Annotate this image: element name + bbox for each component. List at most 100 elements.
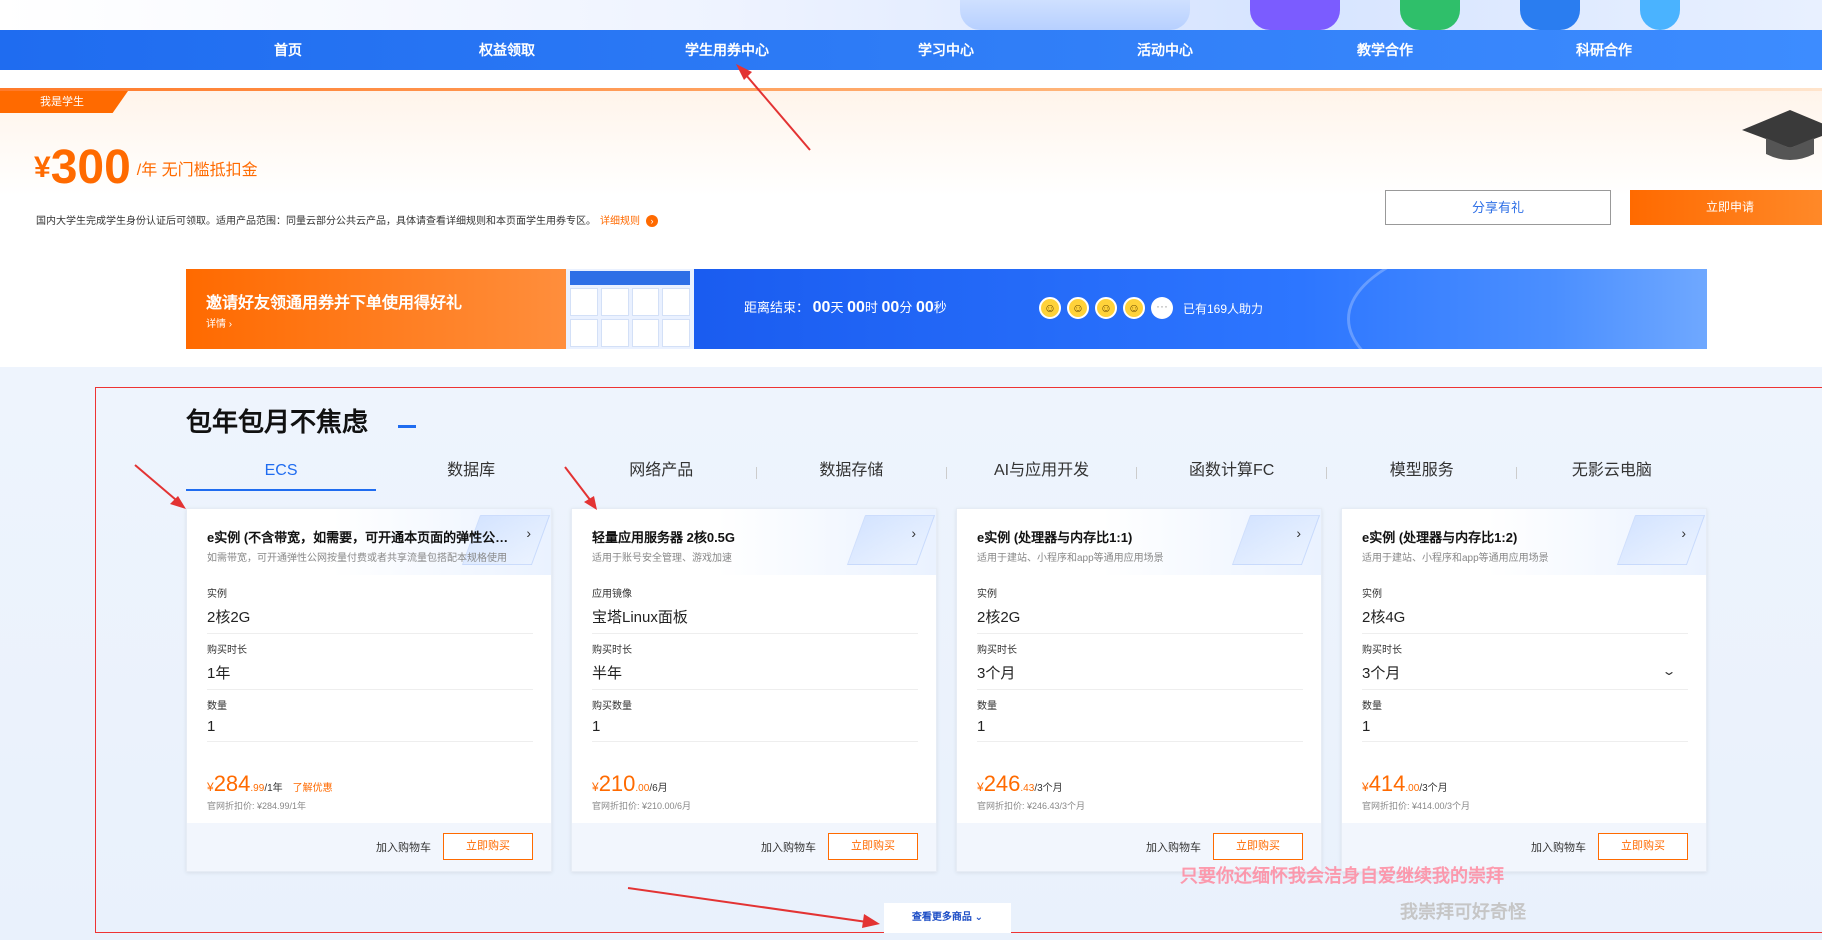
chevron-right-icon[interactable]: ›: [1681, 525, 1686, 541]
invite-banner[interactable]: 邀请好友领通用券并下单使用得好礼 详情 › 距离结束： 00天 00时 00分 …: [186, 269, 1707, 349]
tab-divider: [756, 467, 757, 479]
arrow-right-icon[interactable]: ›: [646, 215, 658, 227]
promo-link[interactable]: 了解优惠: [293, 783, 333, 794]
duration-field[interactable]: 购买时长 半年: [592, 641, 918, 690]
field-value[interactable]: 半年: [592, 662, 918, 690]
chevron-right-icon[interactable]: ›: [1296, 525, 1301, 541]
quantity-field[interactable]: 数量 1: [1362, 697, 1688, 742]
price-integer: 210: [598, 771, 636, 796]
tab-network[interactable]: 网络产品: [566, 455, 756, 491]
image-field[interactable]: 应用镜像 宝塔Linux面板: [592, 585, 918, 634]
apply-now-button[interactable]: 立即申请: [1630, 190, 1822, 225]
field-label: 购买时长: [1362, 645, 1402, 656]
student-description: 国内大学生完成学生身份认证后可领取。适用产品范围：同量云部分公共云产品，具体请查…: [36, 212, 658, 227]
tab-ai-dev[interactable]: AI与应用开发: [947, 455, 1137, 491]
nav-item-home[interactable]: 首页: [274, 30, 302, 70]
duration-field[interactable]: 购买时长 3个月: [977, 641, 1303, 690]
credit-number: 300: [50, 141, 131, 194]
original-price: 官网折扣价: ¥210.00/6月: [592, 801, 692, 811]
tab-divider: [1136, 467, 1137, 479]
price-integer: 414: [1368, 771, 1406, 796]
card-title[interactable]: 轻量应用服务器 2核0.5G: [592, 527, 902, 546]
field-label: 数量: [1362, 701, 1382, 712]
original-price: 官网折扣价: ¥284.99/1年: [207, 801, 307, 811]
product-card: e实例 (不含带宽，如需要，可开通本页面的弹性公网IP) › 如需带宽，可开通弹…: [186, 508, 552, 872]
nav-item-events[interactable]: 活动中心: [1137, 30, 1193, 70]
countdown-prefix: 距离结束：: [744, 300, 810, 315]
helpers-count: 已有169人助力: [1183, 301, 1264, 316]
field-value[interactable]: 2核4G: [1362, 606, 1688, 634]
avatar: ☺: [1067, 297, 1089, 319]
card-price: ¥246.43/3个月: [977, 771, 1063, 797]
view-more-products-button[interactable]: 查看更多商品 ⌄: [884, 903, 1011, 933]
chevron-right-icon[interactable]: ›: [911, 525, 916, 541]
spec-field[interactable]: 实例 2核4G: [1362, 585, 1688, 634]
tab-cloud-desktop[interactable]: 无影云电脑: [1517, 455, 1707, 491]
tab-storage[interactable]: 数据存储: [756, 455, 946, 491]
field-value[interactable]: 1: [1362, 718, 1688, 742]
quantity-field[interactable]: 数量 1: [207, 697, 533, 742]
hero-banner: [0, 0, 1822, 30]
price-decimal: .00: [635, 783, 650, 794]
card-title[interactable]: e实例 (处理器与内存比1:1): [977, 527, 1287, 546]
tab-function-compute[interactable]: 函数计算FC: [1137, 455, 1327, 491]
field-value[interactable]: 1: [207, 718, 533, 742]
chevron-right-icon[interactable]: ›: [526, 525, 531, 541]
tab-ecs[interactable]: ECS: [186, 455, 377, 491]
field-value[interactable]: 1年: [207, 662, 533, 690]
buy-now-button[interactable]: 立即购买: [443, 833, 533, 860]
field-value[interactable]: 1: [977, 718, 1303, 742]
spec-field[interactable]: 实例 2核2G: [977, 585, 1303, 634]
product-tabs: ECS 数据库 网络产品 数据存储 AI与应用开发 函数计算FC 模型服务 无影…: [186, 455, 1707, 491]
prize-thumbnail: [600, 288, 629, 316]
currency-symbol: ¥: [34, 151, 51, 184]
duration-select[interactable]: 购买时长 3个月 ⌄: [1362, 641, 1688, 690]
add-to-cart-button[interactable]: 加入购物车: [1531, 839, 1586, 855]
overlay-lyric-line-2: 我崇拜可好奇怪: [1400, 902, 1526, 922]
countdown-minutes: 00: [881, 299, 900, 316]
buy-now-button[interactable]: 立即购买: [828, 833, 918, 860]
field-label: 数量: [207, 701, 227, 712]
duration-field[interactable]: 购买时长 1年: [207, 641, 533, 690]
field-value[interactable]: 1: [592, 718, 918, 742]
field-value[interactable]: 宝塔Linux面板: [592, 606, 918, 634]
prize-thumbnail: [662, 288, 690, 316]
quantity-field[interactable]: 数量 1: [977, 697, 1303, 742]
credit-unit: /年 无门槛抵扣金: [136, 162, 258, 179]
field-value[interactable]: 3个月 ⌄: [1362, 662, 1688, 690]
rule-link[interactable]: 详细规则: [600, 216, 640, 227]
countdown-hours-unit: 时: [864, 300, 878, 315]
nav-item-student-coupons[interactable]: 学生用券中心: [685, 30, 769, 70]
banner-decoration: [960, 0, 1190, 30]
buy-now-button[interactable]: 立即购买: [1598, 833, 1688, 860]
card-subtitle: 适用于建站、小程序和app等通用应用场景: [1362, 553, 1549, 564]
countdown-seconds: 00: [915, 299, 934, 316]
share-gift-button[interactable]: 分享有礼: [1385, 190, 1611, 225]
invite-detail-link[interactable]: 详情 ›: [206, 315, 232, 330]
nav-item-teaching[interactable]: 教学合作: [1357, 30, 1413, 70]
field-value[interactable]: 3个月: [977, 662, 1303, 690]
banner-decoration: [1520, 0, 1580, 30]
field-value[interactable]: 2核2G: [977, 606, 1303, 634]
quantity-field[interactable]: 购买数量 1: [592, 697, 918, 742]
buy-now-button[interactable]: 立即购买: [1213, 833, 1303, 860]
field-label: 实例: [1362, 589, 1382, 600]
chevron-down-icon[interactable]: ⌄: [1661, 664, 1676, 678]
price-currency: ¥: [592, 780, 599, 794]
tab-database[interactable]: 数据库: [376, 455, 566, 491]
card-title[interactable]: e实例 (处理器与内存比1:2): [1362, 527, 1672, 546]
banner-decoration: [1400, 0, 1460, 30]
countdown-timer: 距离结束： 00天 00时 00分 00秒: [744, 297, 947, 317]
nav-item-research[interactable]: 科研合作: [1576, 30, 1632, 70]
card-subtitle: 如需带宽，可开通弹性公网按量付费或者共享流量包搭配本规格使用: [207, 553, 507, 564]
nav-item-learning[interactable]: 学习中心: [918, 30, 974, 70]
nav-item-benefits[interactable]: 权益领取: [479, 30, 535, 70]
field-label: 购买时长: [207, 645, 247, 656]
field-value[interactable]: 2核2G: [207, 606, 533, 634]
tab-model-service[interactable]: 模型服务: [1327, 455, 1517, 491]
add-to-cart-button[interactable]: 加入购物车: [761, 839, 816, 855]
add-to-cart-button[interactable]: 加入购物车: [1146, 839, 1201, 855]
spec-field[interactable]: 实例 2核2G: [207, 585, 533, 634]
add-to-cart-button[interactable]: 加入购物车: [376, 839, 431, 855]
card-title[interactable]: e实例 (不含带宽，如需要，可开通本页面的弹性公网IP): [207, 527, 517, 546]
